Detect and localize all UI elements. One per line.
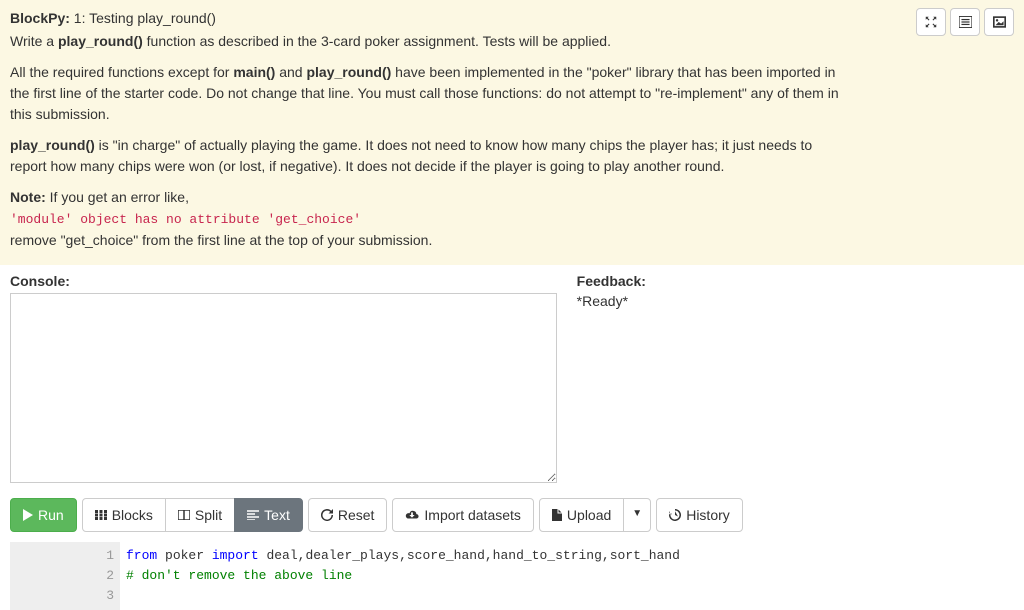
refresh-icon — [321, 509, 333, 521]
console-panel: Console: — [10, 273, 557, 483]
columns-icon — [178, 510, 190, 520]
view-mode-group: Blocks Split Text — [82, 498, 303, 532]
line-number: 3 — [18, 586, 114, 606]
title-line: BlockPy: 1: Testing play_round() — [10, 8, 850, 29]
title-text: 1: Testing play_round() — [70, 10, 216, 26]
history-button[interactable]: History — [656, 498, 743, 532]
blockpy-label: BlockPy: — [10, 10, 70, 26]
split-button[interactable]: Split — [165, 498, 235, 532]
upload-group: Upload ▼ — [539, 498, 651, 532]
line-gutter: 123 — [10, 542, 120, 610]
paragraph-2: All the required functions except for ma… — [10, 62, 850, 125]
list-icon — [959, 16, 972, 28]
console-title: Console: — [10, 273, 557, 289]
paragraph-3: play_round() is "in charge" of actually … — [10, 135, 850, 177]
file-icon — [552, 509, 562, 521]
fullscreen-button[interactable] — [916, 8, 946, 36]
picture-icon — [993, 16, 1006, 28]
caret-down-icon: ▼ — [632, 507, 642, 521]
import-button[interactable]: Import datasets — [392, 498, 534, 532]
note-paragraph: Note: If you get an error like, 'module'… — [10, 187, 850, 251]
code-line[interactable]: from poker import deal,dealer_plays,scor… — [126, 546, 1008, 566]
code-line[interactable]: # don't remove the above line — [126, 566, 1008, 586]
editor-toolbar: Run Blocks Split Text Reset Import datas… — [0, 493, 1024, 542]
th-icon — [95, 510, 107, 520]
error-message: 'module' object has no attribute 'get_ch… — [10, 212, 361, 227]
panels-row: Console: Feedback: *Ready* — [0, 265, 1024, 493]
run-button[interactable]: Run — [10, 498, 77, 532]
reset-button[interactable]: Reset — [308, 498, 388, 532]
upload-button[interactable]: Upload — [539, 498, 624, 532]
header-toolbar — [916, 8, 1014, 36]
play-icon — [23, 509, 33, 521]
feedback-text: *Ready* — [577, 293, 1014, 309]
instruction-line-1: Write a play_round() function as describ… — [10, 31, 850, 52]
history-icon — [669, 509, 681, 521]
align-left-icon — [247, 510, 259, 520]
code-line[interactable] — [126, 586, 1008, 606]
feedback-panel: Feedback: *Ready* — [577, 273, 1014, 483]
picture-button[interactable] — [984, 8, 1014, 36]
feedback-title: Feedback: — [577, 273, 1014, 289]
upload-dropdown-button[interactable]: ▼ — [623, 498, 651, 532]
menu-button[interactable] — [950, 8, 980, 36]
assignment-header: BlockPy: 1: Testing play_round() Write a… — [0, 0, 1024, 265]
cloud-download-icon — [405, 509, 419, 521]
blocks-button[interactable]: Blocks — [82, 498, 166, 532]
text-button[interactable]: Text — [234, 498, 303, 532]
line-number: 1 — [18, 546, 114, 566]
line-number: 2 — [18, 566, 114, 586]
code-editor[interactable]: 123 from poker import deal,dealer_plays,… — [0, 542, 1024, 610]
code-content[interactable]: from poker import deal,dealer_plays,scor… — [120, 542, 1014, 610]
fullscreen-icon — [925, 16, 937, 28]
console-output[interactable] — [10, 293, 557, 483]
